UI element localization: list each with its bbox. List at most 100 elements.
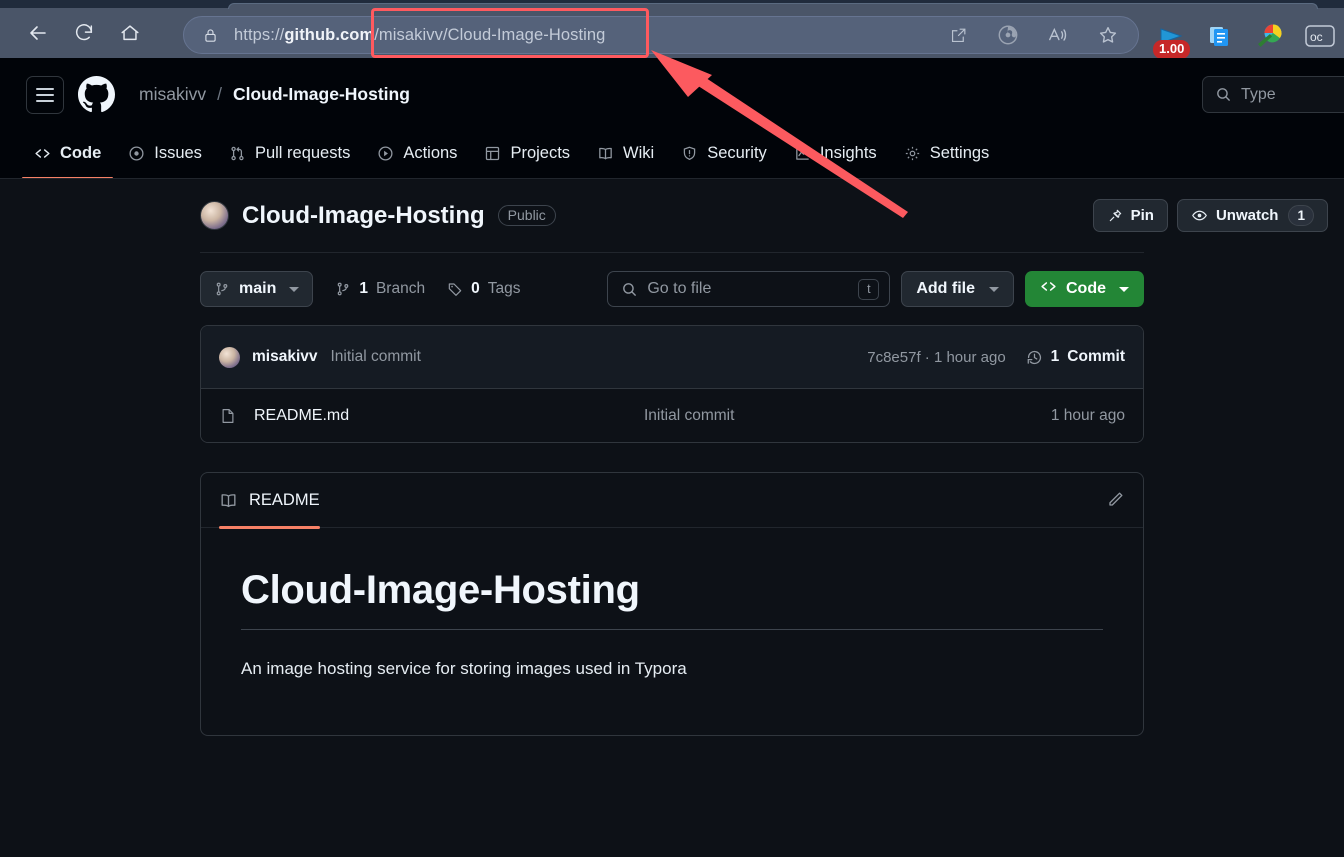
- table-row[interactable]: README.md Initial commit 1 hour ago: [201, 388, 1143, 442]
- issue-opened-icon: [128, 145, 145, 162]
- commit-message[interactable]: Initial commit: [331, 348, 421, 366]
- branch-count-label: Branch: [375, 280, 426, 297]
- extension-notes-icon[interactable]: [1200, 16, 1240, 56]
- file-name[interactable]: README.md: [254, 407, 644, 425]
- branch-name: main: [239, 280, 277, 297]
- copilot-icon[interactable]: [990, 17, 1026, 53]
- breadcrumb-separator: /: [217, 84, 222, 104]
- owner-avatar: [200, 201, 229, 230]
- global-search-input[interactable]: Type: [1202, 76, 1344, 113]
- add-file-label: Add file: [916, 280, 975, 297]
- chevron-down-icon: [1119, 286, 1129, 292]
- tab-wiki-label: Wiki: [623, 144, 655, 162]
- extension-badge: 1.00: [1153, 40, 1191, 59]
- tab-actions[interactable]: Actions: [365, 131, 469, 173]
- commit-count-number: 1: [1050, 348, 1060, 365]
- play-icon: [377, 145, 394, 162]
- go-to-file-shortcut: t: [858, 278, 880, 300]
- tab-settings[interactable]: Settings: [892, 131, 1002, 173]
- file-nav-actions: Go to file t Add file Code: [607, 271, 1144, 307]
- commit-count[interactable]: 1 Commit: [1026, 348, 1125, 366]
- split-screen-icon[interactable]: [940, 17, 976, 53]
- search-icon: [1215, 86, 1232, 103]
- extension-ocr-icon[interactable]: oc: [1300, 16, 1340, 56]
- reload-icon[interactable]: [66, 15, 102, 51]
- unwatch-button[interactable]: Unwatch 1: [1176, 199, 1328, 232]
- readme-tab-label: README: [249, 490, 320, 509]
- branch-count[interactable]: 1 Branch: [335, 280, 425, 298]
- graph-icon: [794, 145, 811, 162]
- tab-pull-requests[interactable]: Pull requests: [217, 131, 362, 173]
- branch-count-number: 1: [359, 280, 368, 297]
- favorite-star-icon[interactable]: [1090, 17, 1126, 53]
- github-logo-icon[interactable]: [78, 76, 115, 113]
- tab-issues[interactable]: Issues: [116, 131, 214, 173]
- breadcrumb-owner[interactable]: misakivv: [139, 84, 206, 105]
- home-icon[interactable]: [112, 15, 148, 51]
- readme-heading: Cloud-Image-Hosting: [241, 568, 1103, 630]
- svg-text:oc: oc: [1310, 30, 1323, 44]
- tab-wiki[interactable]: Wiki: [585, 131, 666, 173]
- edit-pencil-icon[interactable]: [1105, 490, 1125, 510]
- tab-code[interactable]: Code: [22, 131, 114, 179]
- readme-panel: README Cloud-Image-Hosting An image host…: [200, 472, 1144, 736]
- branch-selector[interactable]: main: [200, 271, 314, 307]
- chevron-down-icon: [989, 286, 999, 292]
- commit-author-avatar: [219, 346, 240, 368]
- pin-button[interactable]: Pin: [1092, 199, 1168, 232]
- tab-code-label: Code: [60, 144, 102, 162]
- repo-title-row: Cloud-Image-Hosting Public Pin Unwatch 1: [24, 179, 1328, 252]
- github-page: misakivv / Cloud-Image-Hosting Type Code…: [0, 58, 1344, 857]
- extension-idm-icon[interactable]: [1250, 16, 1290, 56]
- browser-chrome: https://github.com/misakivv/Cloud-Image-…: [0, 0, 1344, 59]
- commit-author-name[interactable]: misakivv: [252, 348, 318, 366]
- breadcrumb-repo[interactable]: Cloud-Image-Hosting: [233, 84, 410, 105]
- readme-tab[interactable]: README: [219, 473, 320, 529]
- pin-icon: [1107, 208, 1123, 224]
- git-branch-icon: [335, 281, 351, 297]
- commit-meta-group: 7c8e57f · 1 hour ago 1 Commit: [867, 348, 1125, 366]
- file-icon: [219, 407, 237, 425]
- code-button-label: Code: [1066, 280, 1106, 297]
- chevron-down-icon: [289, 286, 300, 292]
- file-updated-time: 1 hour ago: [1050, 406, 1125, 424]
- tag-count[interactable]: 0 Tags: [447, 280, 520, 298]
- history-icon: [1026, 349, 1043, 366]
- repo-nav-tabs: Code Issues Pull requests Actions Projec…: [0, 131, 1344, 179]
- commit-hash-and-time[interactable]: 7c8e57f · 1 hour ago: [867, 349, 1005, 366]
- tab-actions-label: Actions: [403, 144, 458, 162]
- git-pull-request-icon: [229, 145, 246, 162]
- tab-security[interactable]: Security: [669, 131, 779, 173]
- eye-icon: [1191, 207, 1208, 224]
- url-text: https://github.com/misakivv/Cloud-Image-…: [234, 25, 606, 44]
- go-to-file-placeholder: Go to file: [647, 280, 712, 297]
- menu-hamburger-icon[interactable]: [26, 75, 64, 114]
- latest-commit-row: misakivv Initial commit 7c8e57f · 1 hour…: [201, 326, 1143, 388]
- git-branch-icon: [214, 281, 230, 297]
- repo-main: Cloud-Image-Hosting Public Pin Unwatch 1…: [0, 179, 1344, 736]
- repo-action-buttons: Pin Unwatch 1: [1092, 199, 1328, 232]
- add-file-button[interactable]: Add file: [901, 271, 1014, 307]
- commit-count-label: Commit: [1067, 348, 1125, 365]
- tab-insights[interactable]: Insights: [782, 131, 889, 173]
- lock-icon: [202, 27, 219, 44]
- read-aloud-icon[interactable]: [1040, 17, 1076, 53]
- code-icon: [1040, 278, 1057, 300]
- tab-projects-label: Projects: [510, 144, 571, 162]
- page-title[interactable]: Cloud-Image-Hosting: [242, 202, 485, 230]
- breadcrumb: misakivv / Cloud-Image-Hosting: [139, 84, 410, 105]
- pin-label: Pin: [1130, 207, 1154, 224]
- tab-security-label: Security: [707, 144, 767, 162]
- code-button[interactable]: Code: [1025, 271, 1144, 307]
- gear-icon: [904, 145, 921, 162]
- watch-count: 1: [1288, 205, 1314, 226]
- tag-count-number: 0: [471, 280, 480, 297]
- tab-issues-label: Issues: [154, 144, 202, 162]
- readme-header: README: [201, 473, 1143, 529]
- tab-settings-label: Settings: [929, 144, 990, 162]
- back-icon[interactable]: [20, 15, 56, 51]
- go-to-file-input[interactable]: Go to file t: [607, 271, 891, 307]
- file-navigation-bar: main 1 Branch 0 Tags Go to file t Add fi…: [24, 253, 1320, 325]
- book-icon: [219, 491, 238, 510]
- tab-projects[interactable]: Projects: [472, 131, 582, 173]
